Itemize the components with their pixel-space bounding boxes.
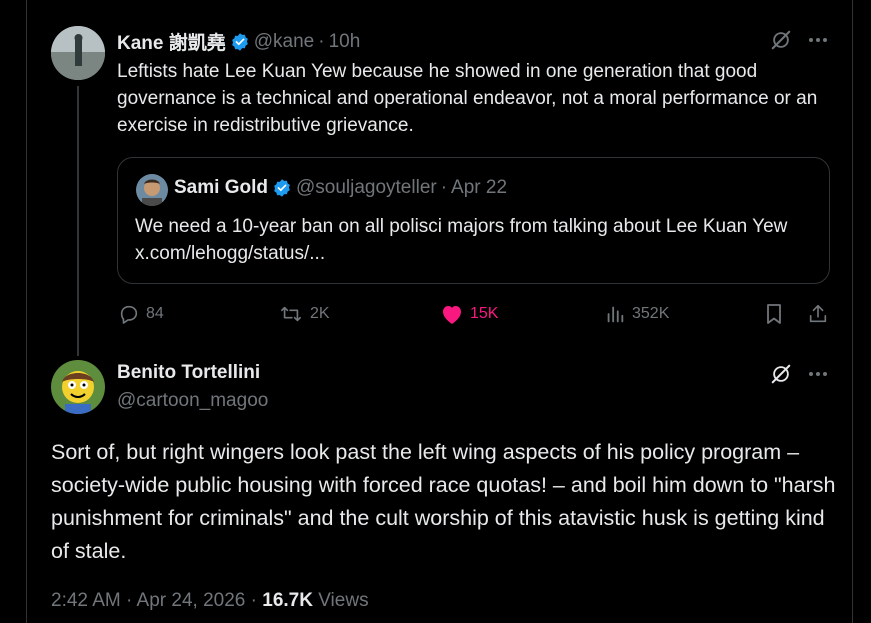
more-icon[interactable] bbox=[806, 364, 830, 384]
quote-text: We need a 10-year ban on all polisci maj… bbox=[135, 216, 788, 264]
repost-icon bbox=[281, 306, 301, 322]
repost-count: 2K bbox=[310, 305, 330, 322]
repost-button[interactable]: 2K bbox=[278, 300, 330, 328]
quote-author-name: Sami Gold bbox=[174, 177, 268, 198]
benito-handle-row: @cartoon_magoo bbox=[117, 390, 268, 412]
views-count: 352K bbox=[632, 305, 670, 322]
reply-button[interactable]: 84 bbox=[118, 300, 164, 328]
reply-count: 84 bbox=[146, 305, 164, 322]
analytics-icon bbox=[607, 306, 624, 323]
author-handle[interactable]: @kane bbox=[254, 31, 315, 53]
verified-badge-icon bbox=[274, 179, 290, 197]
sami-gold-avatar bbox=[136, 174, 168, 206]
author-name[interactable]: Kane 謝凱堯 bbox=[117, 28, 226, 55]
post-time[interactable]: 10h bbox=[329, 31, 361, 53]
benito-avatar[interactable] bbox=[51, 360, 105, 414]
quote-date: Apr 22 bbox=[451, 177, 508, 198]
heart-icon bbox=[443, 306, 461, 324]
left-column-border bbox=[26, 0, 27, 623]
post-timestamp[interactable]: 2:42 AM · Apr 24, 2026 · bbox=[51, 590, 262, 611]
grok-icon[interactable] bbox=[768, 362, 794, 386]
separator-dot: · bbox=[440, 177, 448, 198]
verified-badge-icon bbox=[231, 32, 248, 51]
author-name[interactable]: Benito Tortellini bbox=[117, 362, 260, 384]
kane-avatar-image bbox=[51, 26, 105, 80]
author-handle[interactable]: @cartoon_magoo bbox=[117, 390, 268, 412]
main-post-text: Sort of, but right wingers look past the… bbox=[51, 440, 836, 563]
thread-connector-line bbox=[77, 86, 79, 356]
bookmark-icon[interactable] bbox=[762, 302, 786, 326]
kane-header: Kane 謝凱堯 @kane · 10h bbox=[117, 28, 360, 55]
sami-gold-avatar-image bbox=[136, 174, 168, 206]
quote-header: Sami Gold @souljagoyteller · Apr 22 bbox=[174, 177, 507, 199]
reply-icon bbox=[120, 305, 138, 324]
post-meta: 2:42 AM · Apr 24, 2026 · 16.7K Views bbox=[51, 590, 369, 612]
parent-post-text: Leftists hate Lee Kuan Yew because he sh… bbox=[117, 61, 818, 136]
views-label: Views bbox=[312, 590, 369, 611]
right-column-border bbox=[852, 0, 853, 623]
more-icon[interactable] bbox=[806, 30, 830, 50]
grok-icon[interactable] bbox=[768, 28, 794, 52]
benito-avatar-image bbox=[51, 360, 105, 414]
benito-header: Benito Tortellini bbox=[117, 362, 260, 384]
kane-avatar[interactable] bbox=[51, 26, 105, 80]
quote-author-handle: @souljagoyteller bbox=[295, 177, 437, 198]
like-button[interactable]: 15K bbox=[440, 300, 498, 328]
share-icon[interactable] bbox=[806, 302, 830, 326]
views-total: 16.7K bbox=[262, 590, 313, 611]
like-count: 15K bbox=[470, 305, 499, 322]
separator-dot: · bbox=[318, 30, 325, 52]
views-button[interactable]: 352K bbox=[604, 300, 669, 328]
